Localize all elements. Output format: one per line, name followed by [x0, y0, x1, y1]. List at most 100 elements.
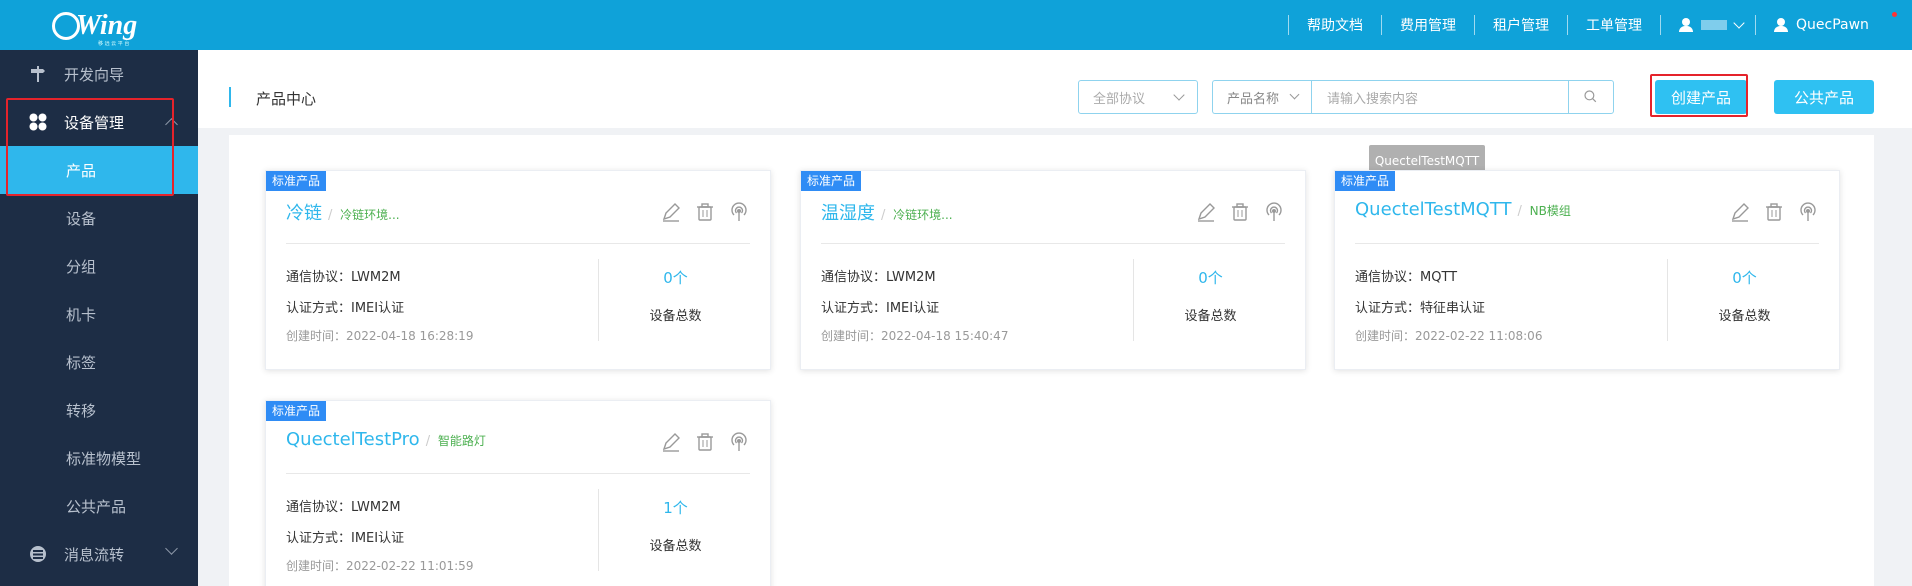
device-count[interactable]: 1个 [599, 497, 752, 518]
logo-subtitle: 移 远 云 平 台 [98, 41, 130, 47]
protocol-select[interactable]: 全部协议 [1078, 80, 1198, 114]
separator: / [881, 208, 886, 223]
top-bar: Wing 移 远 云 平 台 帮助文档 费用管理 租户管理 工单管理 QuecP… [0, 0, 1912, 50]
logo-text: Wing [76, 10, 138, 41]
product-name[interactable]: 温湿度 [821, 203, 875, 224]
device-count-label: 设备总数 [649, 309, 702, 324]
sidebar-item-tags[interactable]: 标签 [0, 338, 198, 386]
product-name-row: QuectelTestPro / 智能路灯 [286, 429, 486, 450]
card-divider [1355, 243, 1819, 244]
created-time: 创建时间：2022-02-22 11:01:59 [286, 559, 474, 573]
chevron-down-icon [1289, 89, 1300, 100]
created-time: 创建时间：2022-04-18 15:40:47 [821, 329, 1009, 343]
broadcast-icon[interactable] [1797, 201, 1819, 223]
product-name-row: 冷链 / 冷链环境... [286, 199, 400, 225]
product-card[interactable]: 标准产品 QuectelTestMQTT / NB模组 通信协议：MQTT 认证方… [1334, 170, 1840, 370]
auth-text: 认证方式：IMEI认证 [286, 531, 405, 546]
product-name[interactable]: QuectelTestPro [286, 429, 420, 450]
product-name[interactable]: 冷链 [286, 203, 322, 224]
title-accent [229, 87, 231, 107]
nav-billing[interactable]: 费用管理 [1382, 15, 1474, 35]
card-actions [1729, 201, 1819, 223]
product-name-row: QuectelTestMQTT / NB模组 [1355, 199, 1571, 220]
product-card[interactable]: 标准产品 QuectelTestPro / 智能路灯 通信协议：LWM2M 认证方… [265, 400, 771, 586]
sidebar-item-public-products[interactable]: 公共产品 [0, 482, 198, 530]
protocol-text: 通信协议：MQTT [1355, 270, 1458, 285]
sidebar-item-groups[interactable]: 分组 [0, 242, 198, 290]
signpost-icon [31, 66, 45, 82]
product-card[interactable]: 标准产品 冷链 / 冷链环境... 通信协议：LWM2M 认证方式：IMEI认证 … [265, 170, 771, 370]
sidebar-item-devices[interactable]: 设备 [0, 194, 198, 242]
sidebar-item-dev-guide[interactable]: 开发向导 [0, 50, 198, 98]
product-name[interactable]: QuectelTestMQTT [1355, 199, 1512, 220]
nav-tickets[interactable]: 工单管理 [1568, 15, 1660, 35]
protocol-select-value: 全部协议 [1093, 91, 1146, 107]
search-placeholder: 请输入搜索内容 [1327, 91, 1419, 107]
created-time: 创建时间：2022-04-18 16:28:19 [286, 329, 474, 343]
logo[interactable]: Wing 移 远 云 平 台 [52, 6, 162, 47]
product-category: 冷链环境... [340, 208, 400, 222]
chevron-down-icon [1173, 89, 1185, 101]
sidebar-item-message-flow[interactable]: 消息流转 [0, 530, 198, 578]
user-icon [1774, 18, 1788, 32]
search-button[interactable] [1568, 80, 1614, 114]
edit-icon[interactable] [1195, 201, 1217, 223]
page-title: 产品中心 [256, 90, 317, 108]
card-divider [286, 243, 750, 244]
product-type-tag: 标准产品 [266, 401, 327, 421]
protocol-text: 通信协议：LWM2M [821, 270, 936, 285]
device-count-label: 设备总数 [1718, 309, 1771, 324]
edit-icon[interactable] [660, 431, 682, 453]
account-name-redacted [1701, 20, 1727, 30]
product-type-tag: 标准产品 [801, 171, 862, 191]
username: QuecPawn [1796, 17, 1869, 33]
sidebar-item-label: 消息流转 [64, 545, 125, 564]
chevron-down-icon [165, 542, 178, 555]
device-count[interactable]: 0个 [599, 267, 752, 288]
public-products-button[interactable]: 公共产品 [1774, 80, 1874, 114]
sidebar-item-transfer[interactable]: 转移 [0, 386, 198, 434]
delete-icon[interactable] [1229, 201, 1251, 223]
account-menu[interactable] [1661, 17, 1755, 32]
top-nav: 帮助文档 费用管理 租户管理 工单管理 QuecPawn [1288, 0, 1869, 50]
card-actions [660, 201, 750, 223]
delete-icon[interactable] [1763, 201, 1785, 223]
highlight-box [1650, 74, 1748, 117]
sidebar-item-sim-cards[interactable]: 机卡 [0, 290, 198, 338]
broadcast-icon[interactable] [728, 201, 750, 223]
protocol-text: 通信协议：LWM2M [286, 500, 401, 515]
product-type-tag: 标准产品 [1335, 171, 1396, 191]
separator: / [328, 208, 333, 223]
nav-help-docs[interactable]: 帮助文档 [1289, 15, 1381, 35]
sidebar-item-label: 开发向导 [64, 65, 125, 84]
device-count[interactable]: 0个 [1134, 267, 1287, 288]
delete-icon[interactable] [694, 201, 716, 223]
notification-dot [1892, 12, 1897, 17]
broadcast-icon[interactable] [1263, 201, 1285, 223]
broadcast-icon[interactable] [728, 431, 750, 453]
search-type-value: 产品名称 [1227, 91, 1280, 107]
auth-text: 认证方式：IMEI认证 [286, 301, 405, 316]
search-type-select[interactable]: 产品名称 [1212, 80, 1312, 114]
separator: / [1517, 204, 1522, 219]
device-count-label: 设备总数 [1184, 309, 1237, 324]
auth-text: 认证方式：IMEI认证 [821, 301, 940, 316]
edit-icon[interactable] [1729, 201, 1751, 223]
auth-text: 认证方式：特征串认证 [1355, 301, 1486, 316]
sidebar-item-thing-model[interactable]: 标准物模型 [0, 434, 198, 482]
product-card[interactable]: 标准产品 温湿度 / 冷链环境... 通信协议：LWM2M 认证方式：IMEI认证… [800, 170, 1306, 370]
search-input[interactable]: 请输入搜索内容 [1311, 80, 1569, 114]
created-time: 创建时间：2022-02-22 11:08:06 [1355, 329, 1543, 343]
device-count-label: 设备总数 [649, 539, 702, 554]
product-category: 冷链环境... [893, 208, 953, 222]
nav-tenant[interactable]: 租户管理 [1475, 15, 1567, 35]
product-category: 智能路灯 [437, 434, 486, 448]
protocol-text: 通信协议：LWM2M [286, 270, 401, 285]
message-flow-icon [30, 546, 46, 562]
product-name-row: 温湿度 / 冷链环境... [821, 199, 953, 225]
device-count[interactable]: 0个 [1668, 267, 1821, 288]
highlight-box [6, 98, 174, 196]
user-menu[interactable]: QuecPawn [1756, 17, 1869, 33]
edit-icon[interactable] [660, 201, 682, 223]
delete-icon[interactable] [694, 431, 716, 453]
